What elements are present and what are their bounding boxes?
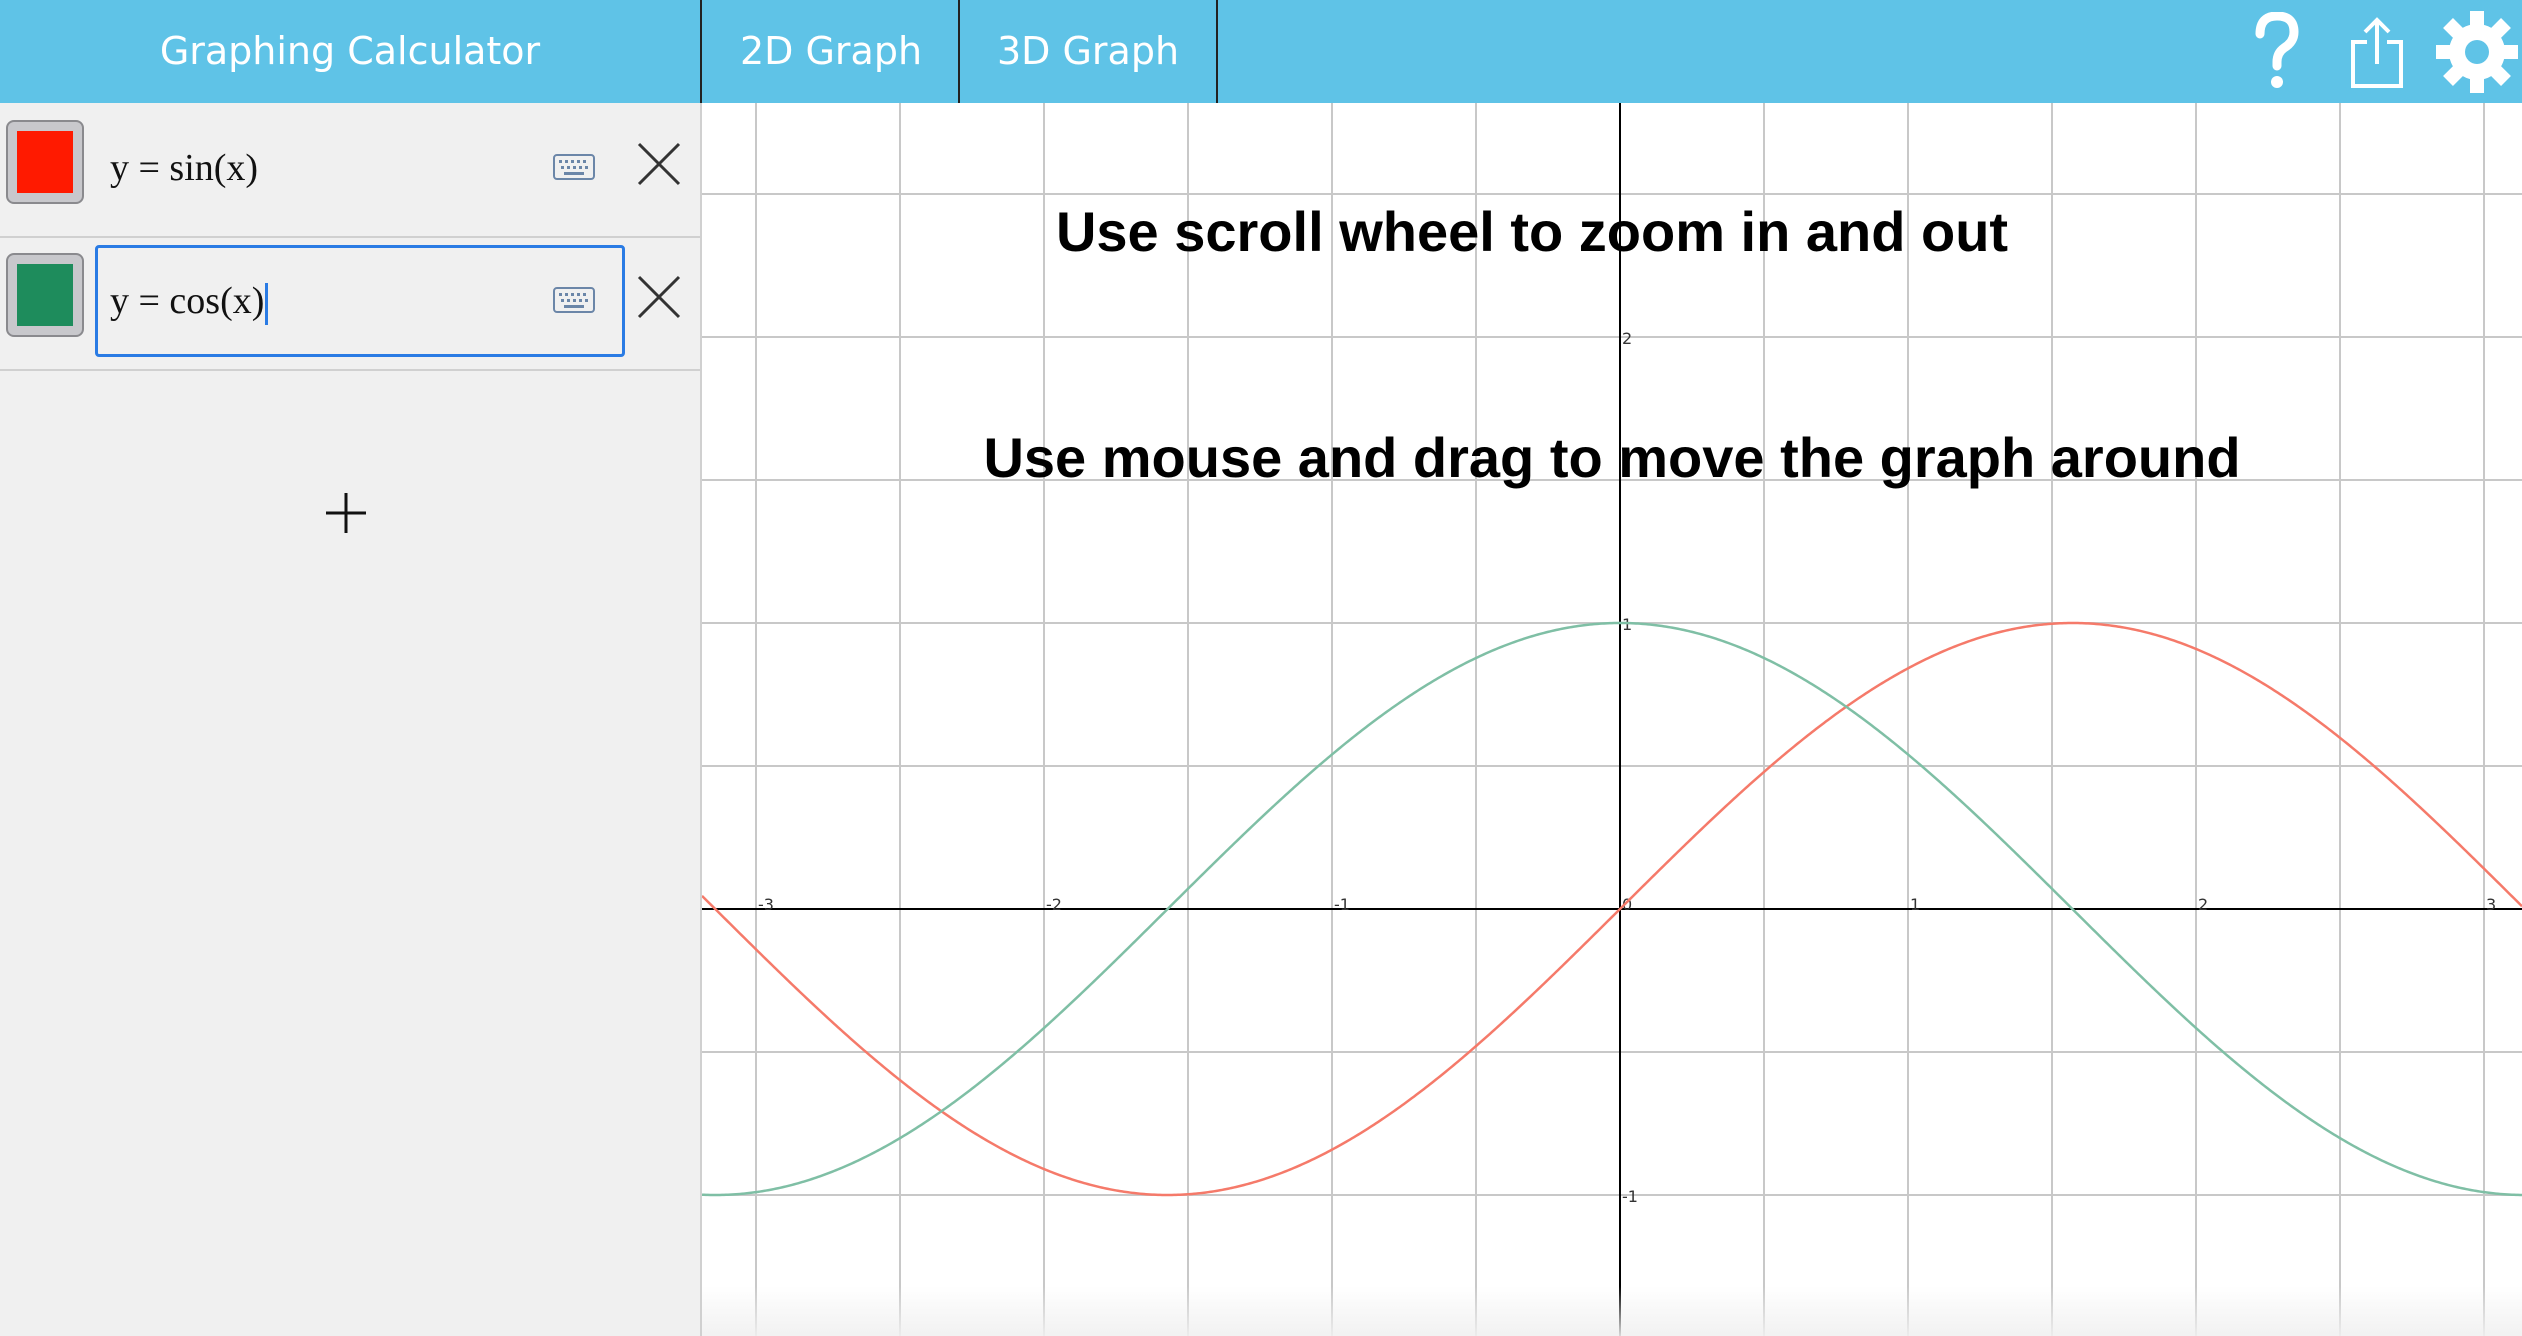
color-swatch xyxy=(17,264,73,326)
tab-3d-graph[interactable]: 3D Graph xyxy=(958,0,1218,103)
expression-input[interactable]: y = cos(x) xyxy=(95,245,625,357)
text-caret xyxy=(265,283,269,326)
expression-text: y = sin(x) xyxy=(110,147,259,189)
expression-row: y = sin(x) xyxy=(0,103,700,238)
top-bar: Graphing Calculator 2D Graph 3D Graph xyxy=(0,0,2522,103)
expression-text: y = cos(x) xyxy=(110,248,269,354)
share-icon[interactable] xyxy=(2342,0,2412,103)
help-icon[interactable] xyxy=(2242,0,2312,103)
keyboard-icon[interactable] xyxy=(553,287,595,317)
delete-expression-icon[interactable] xyxy=(636,141,682,191)
app-title: Graphing Calculator xyxy=(159,29,541,73)
tab-2d-graph[interactable]: 2D Graph xyxy=(700,0,960,103)
keyboard-icon[interactable] xyxy=(553,154,595,184)
color-picker-button[interactable] xyxy=(6,120,84,204)
expression-panel: y = sin(x) y = cos(x) xyxy=(0,103,702,1336)
delete-expression-icon[interactable] xyxy=(636,274,682,324)
graph-canvas[interactable]: -3 -2 -1 0 1 2 3 2 1 -1 Use scroll wheel to zoom … xyxy=(702,103,2522,1336)
drag-hint: Use mouse and drag to move the graph aro… xyxy=(983,426,2241,489)
zoom-hint: Use scroll wheel to zoom in and out xyxy=(1055,200,2009,263)
expression-input[interactable]: y = sin(x) xyxy=(95,112,625,224)
bottom-fade xyxy=(702,1286,2522,1336)
graph-curves xyxy=(702,621,2522,1197)
color-swatch xyxy=(17,131,73,193)
curve-sin xyxy=(702,621,2522,1197)
curve-cos xyxy=(702,621,2522,1197)
add-expression-icon[interactable] xyxy=(316,483,376,543)
color-picker-button[interactable] xyxy=(6,253,84,337)
gear-icon[interactable] xyxy=(2432,0,2522,103)
expression-row: y = cos(x) xyxy=(0,236,700,371)
